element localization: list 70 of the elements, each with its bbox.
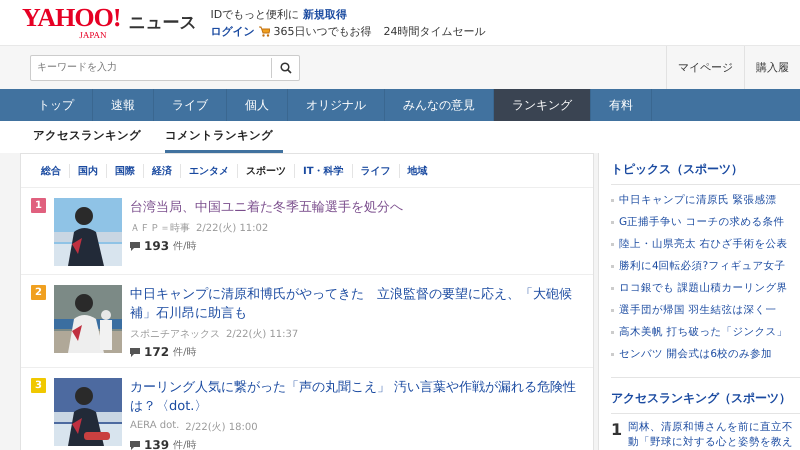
nav-tab[interactable]: ライブ xyxy=(154,89,227,121)
category-link[interactable]: 地域 xyxy=(400,164,436,178)
article-date: 2/22(火) 18:00 xyxy=(185,420,258,434)
article-title[interactable]: 中日キャンプに清原和博氏がやってきた 立浪監督の要望に応え、「大砲候補」石川昂に助言も xyxy=(130,285,581,323)
nav-tab[interactable]: 個人 xyxy=(227,89,288,121)
rank-badge: 2 xyxy=(31,285,46,300)
bullet-icon xyxy=(611,220,614,224)
bullet-icon xyxy=(611,308,614,312)
article-source: AERA dot. xyxy=(130,420,180,433)
topic-link[interactable]: 選手団が帰国 羽生結弦は深く一 xyxy=(619,303,776,317)
count-unit: 件/時 xyxy=(173,240,196,253)
comment-icon xyxy=(130,440,140,450)
category-link[interactable]: 国際 xyxy=(107,164,144,178)
topic-link[interactable]: 勝利に4回転必須?フィギュア女子 xyxy=(619,259,786,273)
topic-link[interactable]: 高木美帆 打ち破った「ジンクス」 xyxy=(619,325,788,339)
cart-icon xyxy=(258,26,270,36)
nav-tab[interactable]: トップ xyxy=(20,89,93,121)
rank-badge: 3 xyxy=(31,378,46,393)
service-name: ニュース xyxy=(128,12,196,34)
category-link[interactable]: IT・科学 xyxy=(295,164,353,178)
article-title[interactable]: カーリング人気に繋がった「声の丸聞こえ」 汚い言葉や作戦が漏れる危険性は？〈dot.〉 xyxy=(130,378,581,416)
search-field[interactable]: キーワードを入力 xyxy=(31,61,271,74)
bullet-icon xyxy=(611,352,614,356)
yahoo-logo[interactable]: YAHOO! xyxy=(22,5,120,31)
promo-text: IDでもっと便利に xyxy=(210,6,300,22)
bullet-icon xyxy=(611,242,614,246)
ranking-tab[interactable]: アクセスランキング xyxy=(33,121,151,153)
category-link[interactable]: 総合 xyxy=(33,164,70,178)
nav-tab[interactable]: ランキング xyxy=(494,89,591,121)
comment-count: 139 xyxy=(144,438,170,450)
topic-link[interactable]: 陸上・山県亮太 右ひざ手術を公表 xyxy=(619,237,788,251)
topics-heading: トピックス（スポーツ） xyxy=(611,161,800,185)
comment-count: 172 xyxy=(144,345,170,359)
article-source: スポニチアネックス xyxy=(130,328,220,341)
rank-badge: 1 xyxy=(31,198,46,213)
count-unit: 件/時 xyxy=(173,438,196,450)
access-ranking-heading: アクセスランキング（スポーツ） xyxy=(611,390,800,414)
search-bar[interactable]: キーワードを入力 xyxy=(30,54,300,80)
category-link[interactable]: ライフ xyxy=(352,164,400,178)
bullet-icon xyxy=(611,286,614,290)
comment-icon xyxy=(130,348,140,356)
ranking-link[interactable]: 岡林、清原和博さんを前に直立不動「野球に対する心と姿勢を教え xyxy=(628,420,798,450)
nav-tab[interactable]: 速報 xyxy=(93,89,154,121)
nav-tab[interactable]: 有料 xyxy=(591,89,652,121)
comment-count: 193 xyxy=(144,239,170,253)
article-source: ＡＦＰ＝時事 xyxy=(130,222,190,235)
topic-link[interactable]: センバツ 開会式は6校のみ参加 xyxy=(619,347,772,361)
sale-link[interactable]: 24時間タイムセール xyxy=(384,24,486,38)
shopping-link[interactable]: 365日いつでもお得 xyxy=(274,24,372,38)
nav-tab[interactable]: オリジナル xyxy=(288,89,385,121)
article-date: 2/22(火) 11:37 xyxy=(226,328,298,341)
topic-link[interactable]: 中日キャンプに清原氏 緊張感漂 xyxy=(619,193,776,207)
topic-link[interactable]: G正捕手争い コーチの求める条件 xyxy=(619,215,784,229)
signup-link[interactable]: 新規取得 xyxy=(303,6,348,22)
category-link[interactable]: エンタメ xyxy=(181,164,238,178)
count-unit: 件/時 xyxy=(173,346,196,359)
rank-number: 1 xyxy=(611,420,622,441)
article-date: 2/22(火) 11:02 xyxy=(196,222,268,235)
topic-link[interactable]: ロコ銀でも 課題山積カーリング界 xyxy=(619,281,788,295)
comment-icon xyxy=(130,242,140,250)
bullet-icon xyxy=(611,198,614,202)
bullet-icon xyxy=(611,264,614,268)
logo-subtitle: JAPAN xyxy=(79,31,106,40)
article-title[interactable]: 台湾当局、中国ユニ着た冬季五輪選手を処分へ xyxy=(130,198,403,217)
category-link[interactable]: 経済 xyxy=(144,164,181,178)
category-link[interactable]: 国内 xyxy=(70,164,107,178)
search-icon xyxy=(280,62,292,74)
login-link[interactable]: ログイン xyxy=(210,24,254,38)
bullet-icon xyxy=(611,330,614,334)
category-link[interactable]: スポーツ xyxy=(238,164,295,178)
